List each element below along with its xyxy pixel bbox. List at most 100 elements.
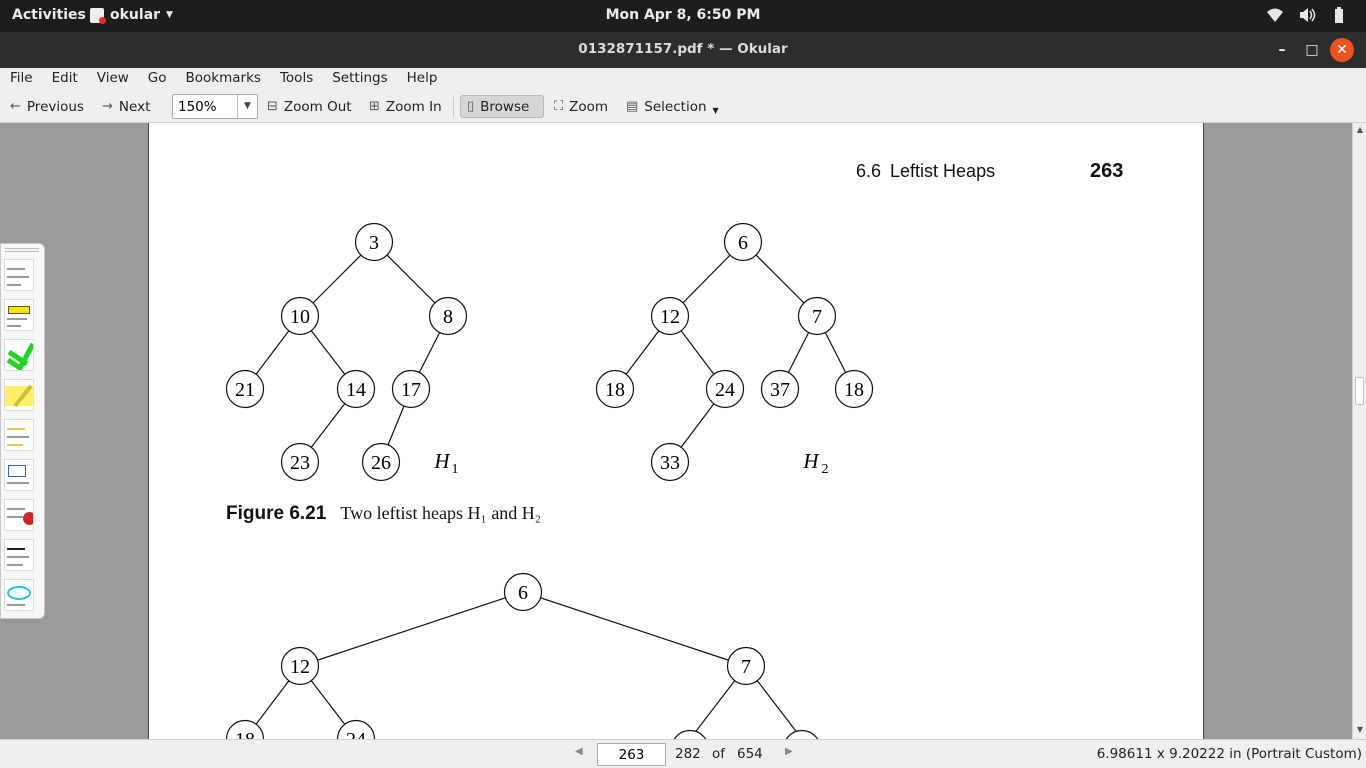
annot-stamp-tool[interactable] — [4, 499, 34, 531]
heap1-node: 3 — [354, 222, 394, 262]
total-pages: 654 — [737, 746, 763, 762]
heap2-node: 18 — [595, 369, 635, 409]
close-button[interactable]: ✕ — [1330, 38, 1354, 62]
volume-icon[interactable] — [1298, 6, 1316, 24]
node-label: 17 — [401, 379, 421, 401]
figure-caption: Figure 6.21 Two leftist heaps H₁ and H₂ — [226, 503, 541, 525]
menu-settings[interactable]: Settings — [322, 68, 396, 90]
annot-straight-line-tool[interactable] — [4, 419, 34, 451]
annotation-toolbar — [0, 243, 45, 619]
app-name: okular — [110, 7, 161, 23]
menu-help[interactable]: Help — [397, 68, 447, 90]
annot-note-tool[interactable] — [4, 259, 34, 291]
zoom-in-button[interactable]: ⊞ Zoom In — [363, 95, 448, 118]
annot-ellipse-tool[interactable] — [4, 579, 34, 611]
annot-freehand-tool[interactable] — [4, 339, 34, 371]
figure-label: Figure 6.21 — [226, 503, 327, 524]
freehand-line-icon — [6, 342, 33, 370]
merged-heap-node: 7 — [726, 646, 766, 686]
heap1-node: 17 — [391, 369, 431, 409]
zoom-tool-button[interactable]: ⛶ Zoom — [548, 95, 614, 118]
zoom-combobox[interactable]: ▼ — [172, 94, 258, 119]
figure-caption-text: Two leftist heaps H₁ and H₂ — [340, 503, 542, 523]
window-title: 0132871157.pdf * — Okular — [578, 41, 788, 57]
heap1-node: 23 — [280, 442, 320, 482]
heap2-edges — [614, 241, 855, 463]
selection-icon: ▤ — [626, 99, 639, 114]
node-label: 21 — [235, 379, 255, 401]
zoom-input[interactable] — [176, 96, 238, 117]
node-label: 24 — [715, 379, 735, 401]
annot-rectangle-tool[interactable] — [4, 459, 34, 491]
zoom-in-label: Zoom In — [385, 98, 442, 115]
chevron-down-icon[interactable]: ▼ — [237, 95, 257, 118]
window-titlebar: 0132871157.pdf * — Okular – □ ✕ — [0, 32, 1366, 68]
zoom-out-label: Zoom Out — [283, 98, 352, 115]
merged-heap-node — [673, 729, 707, 739]
okular-app-icon — [90, 7, 106, 24]
heap1-edges — [244, 241, 449, 463]
node-label: 23 — [290, 452, 310, 474]
annot-inline-note-tool[interactable] — [4, 299, 34, 331]
eye-stamp-icon — [23, 512, 33, 525]
next-label: Next — [118, 98, 151, 115]
heap2-node: 7 — [797, 296, 837, 336]
browse-tool-button[interactable]: ▯ Browse — [460, 95, 544, 118]
prev-page-arrow-icon[interactable]: ◀ — [575, 746, 583, 757]
node-label: 6 — [518, 582, 528, 604]
zoom-tool-label: Zoom — [569, 98, 609, 115]
node-label: 18 — [235, 729, 255, 739]
minus-icon: ⊟ — [267, 99, 278, 114]
next-page-arrow-icon[interactable]: ▶ — [785, 746, 793, 757]
node-label: 33 — [660, 452, 680, 474]
battery-icon[interactable] — [1330, 6, 1348, 24]
toolbar-separator — [453, 97, 454, 117]
heap1-node: 21 — [225, 369, 265, 409]
app-menu[interactable]: okular ▼ — [90, 7, 173, 24]
previous-button[interactable]: ← Previous — [4, 95, 90, 118]
node-label: 26 — [371, 452, 391, 474]
heap2-node: 37 — [760, 369, 800, 409]
zoom-out-button[interactable]: ⊟ Zoom Out — [261, 95, 358, 118]
node-label: 18 — [844, 379, 864, 401]
heap1-label-subscript: 1 — [452, 462, 459, 477]
minimize-button[interactable]: – — [1272, 40, 1292, 60]
menu-bookmarks[interactable]: Bookmarks — [176, 68, 270, 90]
node-label: 12 — [660, 306, 680, 328]
menu-view[interactable]: View — [87, 68, 138, 90]
heap1-node: 26 — [361, 442, 401, 482]
menu-tools[interactable]: Tools — [270, 68, 322, 90]
heap1-node: 14 — [336, 369, 376, 409]
zoom-select-icon: ⛶ — [554, 99, 564, 114]
scroll-up-arrow-icon[interactable]: ▲ — [1354, 125, 1366, 137]
node-label: 18 — [605, 379, 625, 401]
menu-edit[interactable]: Edit — [42, 68, 87, 90]
heap1-label: H — [433, 449, 451, 473]
statusbar: ◀ 282 of 654 ▶ 6.98611 x 9.20222 in (Por… — [0, 739, 1366, 768]
merged-heap-node: 12 — [280, 646, 320, 686]
menu-go[interactable]: Go — [138, 68, 176, 90]
maximize-button[interactable]: □ — [1302, 40, 1322, 60]
page-number-input[interactable] — [597, 743, 666, 766]
node-label: 37 — [770, 379, 790, 401]
annot-underline-tool[interactable] — [4, 539, 34, 571]
activities-button[interactable]: Activities — [12, 7, 86, 23]
scroll-down-arrow-icon[interactable]: ▼ — [1354, 725, 1366, 737]
clock-container: Mon Apr 8, 6:50 PM — [0, 7, 1366, 23]
next-button[interactable]: → Next — [96, 95, 156, 118]
scrollbar-thumb[interactable] — [1355, 377, 1364, 405]
system-tray — [1266, 6, 1348, 24]
heap1-node: 8 — [428, 296, 468, 336]
menubar: File Edit View Go Bookmarks Tools Settin… — [0, 68, 1366, 90]
selection-tool-button[interactable]: ▤ Selection ▼ — [620, 95, 725, 118]
clock[interactable]: Mon Apr 8, 6:50 PM — [606, 7, 761, 23]
annot-highlighter-tool[interactable] — [4, 379, 34, 411]
vertical-scrollbar[interactable]: ▲ ▼ — [1352, 123, 1366, 739]
chevron-down-icon: ▼ — [712, 106, 719, 115]
wifi-icon[interactable] — [1266, 6, 1284, 24]
document-view[interactable]: 6.6 Leftist Heaps 263 3 10 8 21 14 17 23… — [0, 123, 1352, 739]
drag-handle[interactable] — [5, 248, 39, 252]
arrow-right-icon: → — [102, 99, 113, 114]
menu-file[interactable]: File — [0, 68, 42, 90]
heap2-label: H — [802, 449, 820, 473]
